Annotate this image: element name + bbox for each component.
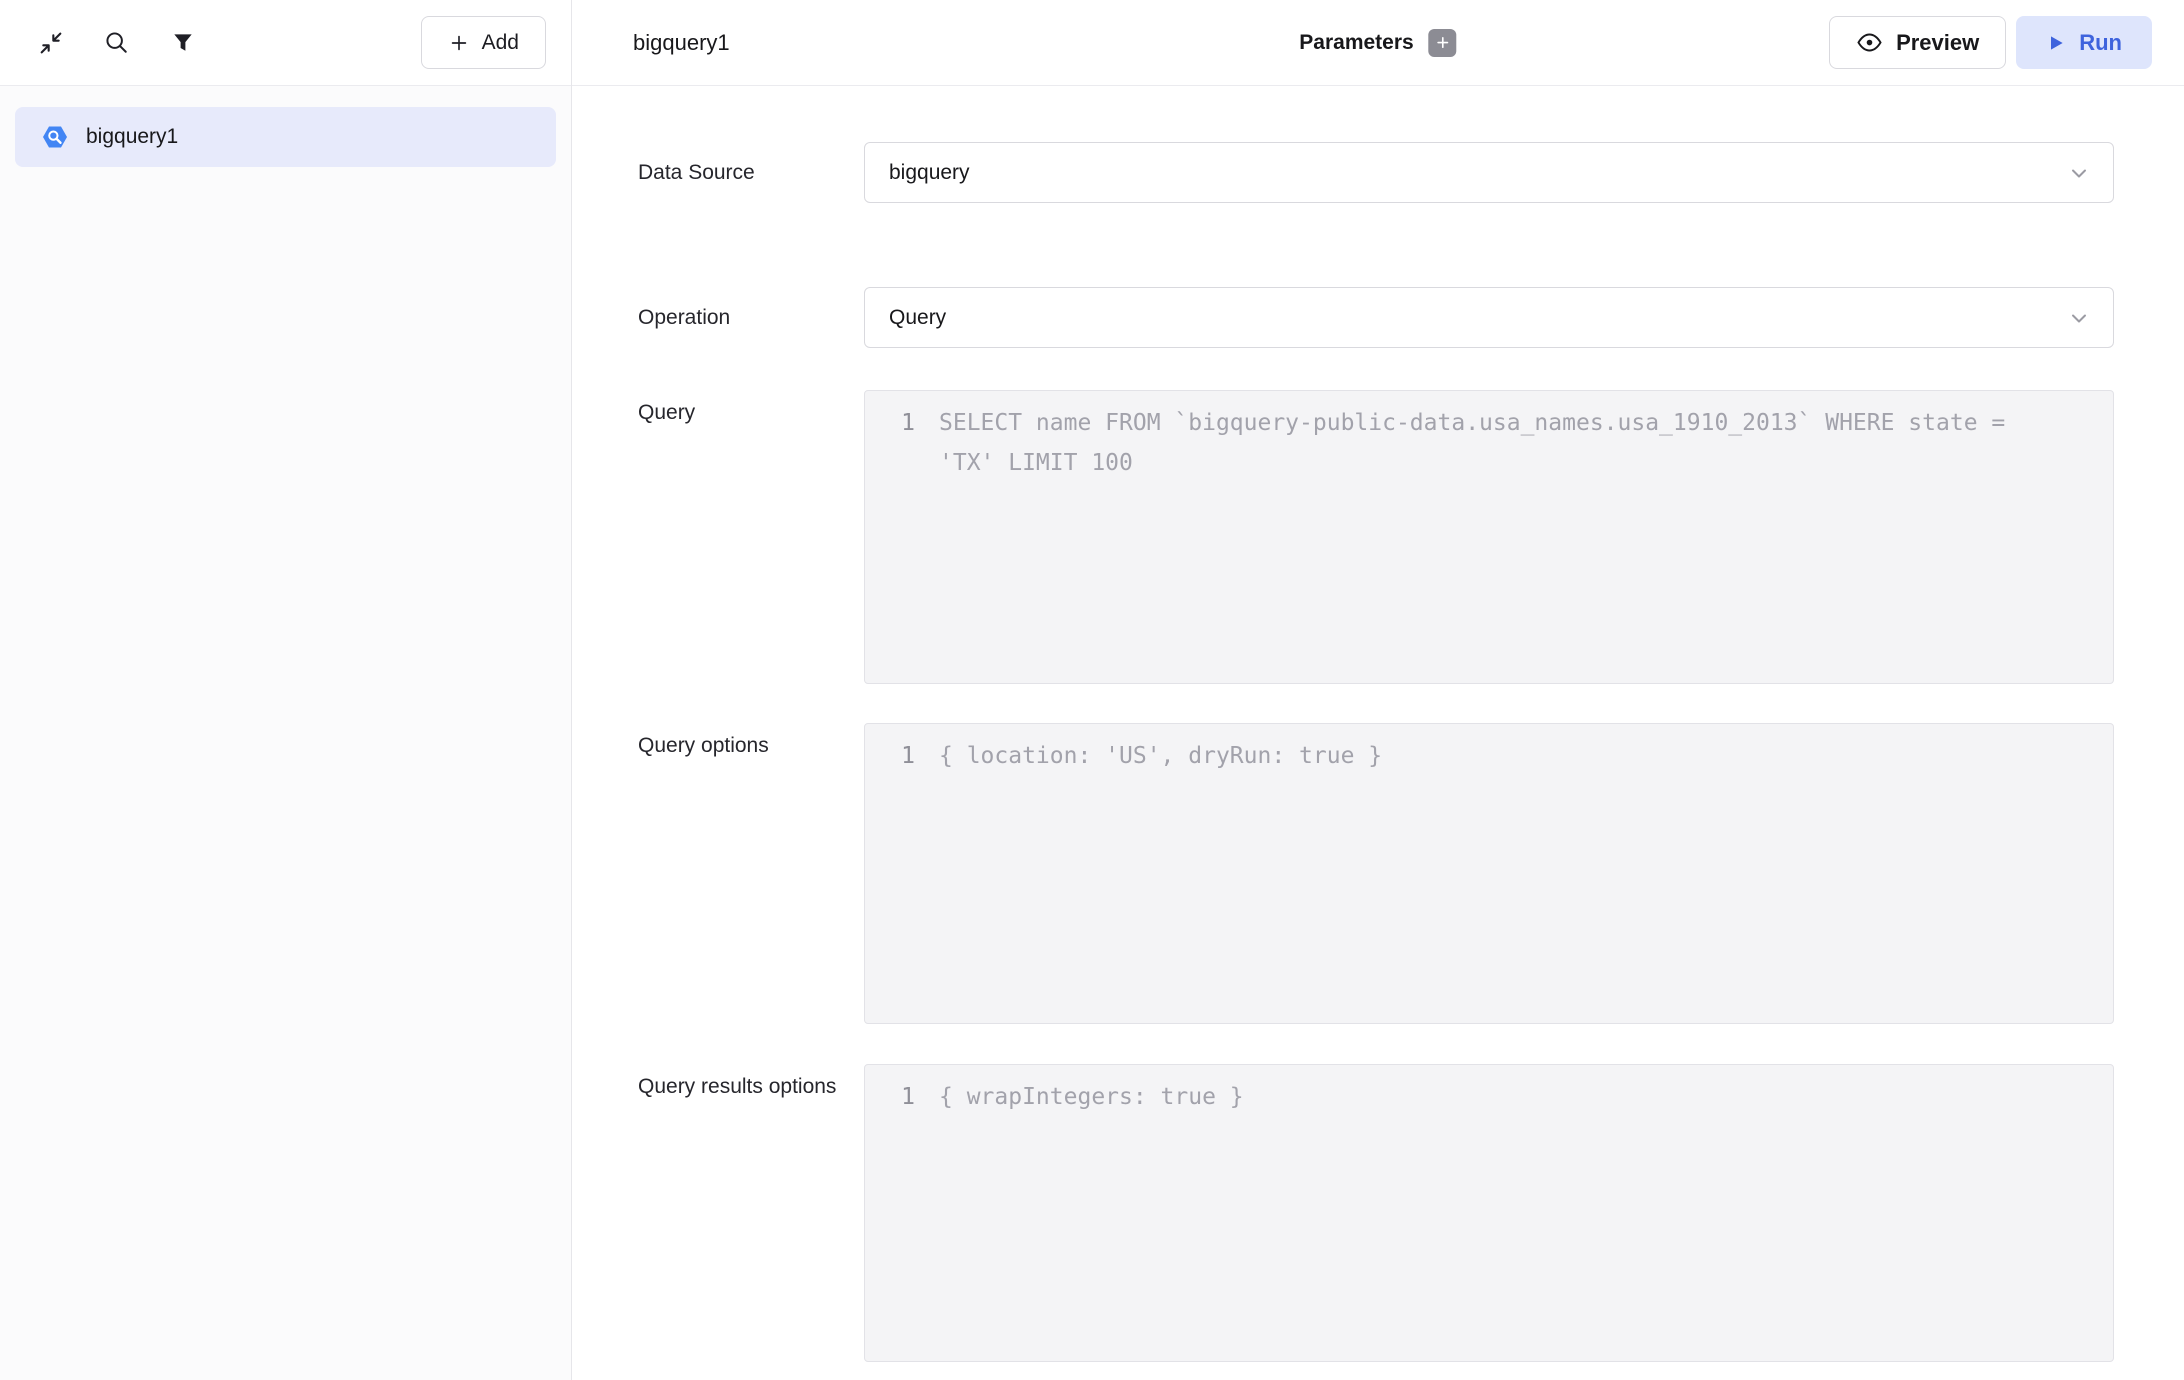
data-source-select[interactable]: bigquery <box>864 142 2114 203</box>
query-row: Query 1 SELECT name FROM `bigquery-publi… <box>638 390 2114 684</box>
app-window: Add bigquery1 bigquery1 Parameters <box>0 0 2184 1380</box>
line-number: 1 <box>895 1077 915 1117</box>
query-list-item-label: bigquery1 <box>86 125 178 149</box>
add-parameter-button[interactable] <box>1429 29 1457 57</box>
query-editor-main: bigquery1 Parameters Preview <box>572 0 2184 1380</box>
operation-row: Operation Query <box>638 287 2114 348</box>
query-results-options-row: Query results options 1 { wrapIntegers: … <box>638 1064 2114 1362</box>
data-source-value: bigquery <box>889 161 970 185</box>
query-label: Query <box>638 390 864 427</box>
chevron-down-icon <box>2067 306 2091 330</box>
data-source-label: Data Source <box>638 158 864 187</box>
bigquery-icon <box>40 122 70 152</box>
query-code-editor[interactable]: 1 SELECT name FROM `bigquery-public-data… <box>864 390 2114 684</box>
chevron-down-icon <box>2067 161 2091 185</box>
operation-value: Query <box>889 306 946 330</box>
search-icon <box>103 29 131 57</box>
run-button-label: Run <box>2079 30 2122 56</box>
query-results-options-editor[interactable]: 1 { wrapIntegers: true } <box>864 1064 2114 1362</box>
query-code-text: SELECT name FROM `bigquery-public-data.u… <box>939 403 2051 483</box>
query-options-label: Query options <box>638 723 864 760</box>
parameters-label: Parameters <box>1299 31 1413 55</box>
collapse-panel-button[interactable] <box>36 28 66 58</box>
preview-button-label: Preview <box>1896 30 1979 56</box>
query-form: Data Source bigquery Operation Query <box>572 86 2184 1380</box>
query-options-code-text: { location: 'US', dryRun: true } <box>939 736 1382 776</box>
query-title: bigquery1 <box>633 30 730 56</box>
search-button[interactable] <box>102 28 132 58</box>
plus-icon <box>1435 35 1450 50</box>
line-number: 1 <box>895 736 915 776</box>
filter-button[interactable] <box>168 28 198 58</box>
plus-icon <box>448 32 470 54</box>
query-list: bigquery1 <box>0 86 571 188</box>
query-options-row: Query options 1 { location: 'US', dryRun… <box>638 723 2114 1024</box>
filter-icon <box>170 30 196 56</box>
query-panel-sidebar: Add bigquery1 <box>0 0 572 1380</box>
query-list-item-bigquery1[interactable]: bigquery1 <box>15 107 556 167</box>
operation-label: Operation <box>638 303 864 332</box>
add-query-button[interactable]: Add <box>421 16 546 69</box>
query-editor-header: bigquery1 Parameters Preview <box>572 0 2184 86</box>
data-source-row: Data Source bigquery <box>638 142 2114 203</box>
collapse-diagonal-icon <box>37 29 65 57</box>
eye-icon <box>1856 29 1883 56</box>
query-results-options-label: Query results options <box>638 1064 864 1101</box>
run-button[interactable]: Run <box>2016 16 2152 69</box>
line-number: 1 <box>895 403 915 443</box>
query-options-editor[interactable]: 1 { location: 'US', dryRun: true } <box>864 723 2114 1024</box>
play-icon <box>2046 33 2066 53</box>
parameters-group: Parameters <box>1299 29 1456 57</box>
preview-button[interactable]: Preview <box>1829 16 2006 69</box>
query-results-options-code-text: { wrapIntegers: true } <box>939 1077 1244 1117</box>
header-actions: Preview Run <box>1829 16 2152 69</box>
sidebar-toolbar: Add <box>0 0 571 86</box>
add-button-label: Add <box>482 31 519 55</box>
operation-select[interactable]: Query <box>864 287 2114 348</box>
